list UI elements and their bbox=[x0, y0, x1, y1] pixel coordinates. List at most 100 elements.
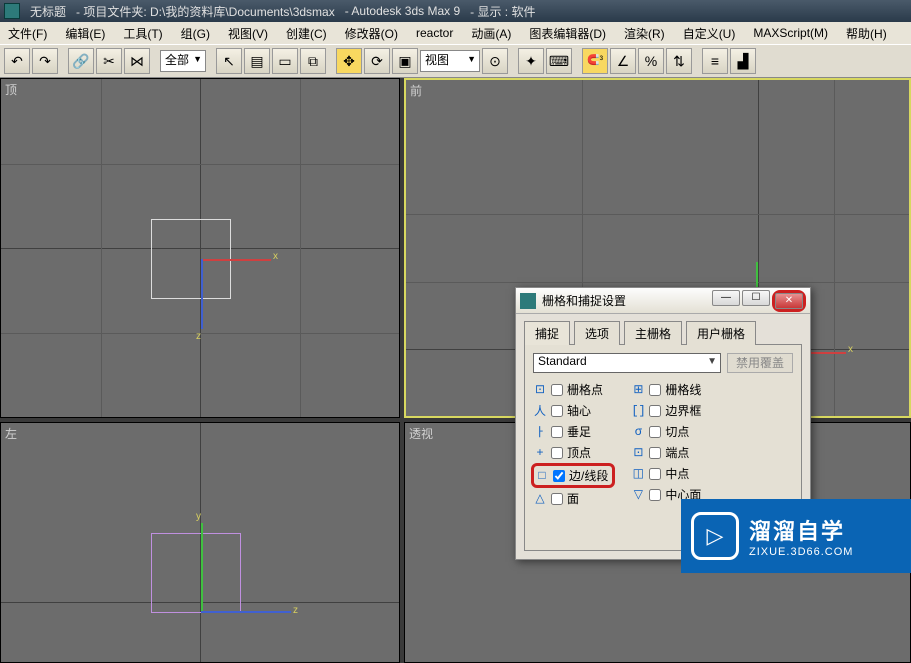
midpoint-checkbox[interactable] bbox=[649, 468, 661, 480]
link-button[interactable]: 🔗 bbox=[68, 48, 94, 74]
dialog-icon bbox=[520, 293, 536, 309]
dialog-titlebar[interactable]: 栅格和捕捉设置 — ☐ ✕ bbox=[516, 288, 810, 314]
use-pivot-center-button[interactable]: ⊙ bbox=[482, 48, 508, 74]
grid-points-icon: ⊡ bbox=[533, 382, 547, 397]
select-manipulate-button[interactable]: ✦ bbox=[518, 48, 544, 74]
menu-reactor[interactable]: reactor bbox=[412, 24, 457, 42]
select-by-name-button[interactable]: ▤ bbox=[244, 48, 270, 74]
menu-create[interactable]: 创建(C) bbox=[282, 23, 331, 44]
select-rotate-button[interactable]: ⟳ bbox=[364, 48, 390, 74]
edge-option-highlight: □边/线段 bbox=[531, 463, 615, 488]
tangent-checkbox[interactable] bbox=[649, 426, 661, 438]
watermark-banner: ▷ 溜溜自学 ZIXUE.3D66.COM bbox=[681, 499, 911, 573]
watermark-brand: 溜溜自学 bbox=[749, 514, 853, 546]
snap-type-dropdown[interactable]: Standard bbox=[533, 353, 721, 373]
keyboard-shortcut-button[interactable]: ⌨ bbox=[546, 48, 572, 74]
menu-modifiers[interactable]: 修改器(O) bbox=[341, 23, 402, 44]
redo-button[interactable]: ↷ bbox=[32, 48, 58, 74]
dialog-close-button[interactable]: ✕ bbox=[775, 293, 803, 309]
pivot-label: 轴心 bbox=[567, 402, 591, 419]
dialog-tabs: 捕捉 选项 主栅格 用户栅格 bbox=[516, 314, 810, 344]
menu-maxscript[interactable]: MAXScript(M) bbox=[749, 24, 832, 42]
edge-icon: □ bbox=[535, 469, 549, 483]
snap-options-right-column: ⊞栅格线 []边界框 σ切点 ⊡端点 ◫中点 ▽中心面 bbox=[631, 381, 701, 507]
tab-user-grids[interactable]: 用户栅格 bbox=[686, 321, 756, 345]
select-scale-button[interactable]: ▣ bbox=[392, 48, 418, 74]
perpendicular-label: 垂足 bbox=[567, 423, 591, 440]
selection-filter-dropdown[interactable]: 全部 bbox=[160, 50, 206, 72]
main-menubar: 文件(F) 编辑(E) 工具(T) 组(G) 视图(V) 创建(C) 修改器(O… bbox=[0, 22, 911, 44]
window-crossing-button[interactable]: ⧉ bbox=[300, 48, 326, 74]
tab-snaps[interactable]: 捕捉 bbox=[524, 321, 570, 345]
menu-views[interactable]: 视图(V) bbox=[224, 23, 272, 44]
percent-snap-button[interactable]: % bbox=[638, 48, 664, 74]
mirror-button[interactable]: ▟ bbox=[730, 48, 756, 74]
angle-snap-button[interactable]: ∠ bbox=[610, 48, 636, 74]
dialog-minimize-button[interactable]: — bbox=[712, 290, 740, 306]
main-toolbar: ↶ ↷ 🔗 ✂ ⋈ 全部 ↖ ▤ ▭ ⧉ ✥ ⟳ ▣ 视图 ⊙ ✦ ⌨ 🧲³ ∠… bbox=[0, 44, 911, 78]
viewport-left-label: 左 bbox=[5, 425, 17, 442]
menu-rendering[interactable]: 渲染(R) bbox=[620, 23, 669, 44]
select-region-rect-button[interactable]: ▭ bbox=[272, 48, 298, 74]
face-label: 面 bbox=[567, 490, 579, 507]
tab-options[interactable]: 选项 bbox=[574, 321, 620, 345]
viewport-left[interactable]: 左 y z bbox=[0, 422, 400, 663]
select-move-button[interactable]: ✥ bbox=[336, 48, 362, 74]
title-project: - 项目文件夹: D:\我的资料库\Documents\3dsmax bbox=[76, 3, 335, 20]
menu-help[interactable]: 帮助(H) bbox=[842, 23, 891, 44]
undo-button[interactable]: ↶ bbox=[4, 48, 30, 74]
menu-tools[interactable]: 工具(T) bbox=[119, 23, 166, 44]
select-object-button[interactable]: ↖ bbox=[216, 48, 242, 74]
watermark-play-icon: ▷ bbox=[691, 512, 739, 560]
window-titlebar: 无标题 - 项目文件夹: D:\我的资料库\Documents\3dsmax -… bbox=[0, 0, 911, 22]
face-icon: △ bbox=[533, 491, 547, 506]
menu-edit[interactable]: 编辑(E) bbox=[61, 23, 109, 44]
ref-coord-dropdown[interactable]: 视图 bbox=[420, 50, 480, 72]
menu-customize[interactable]: 自定义(U) bbox=[679, 23, 740, 44]
endpoint-checkbox[interactable] bbox=[649, 447, 661, 459]
dialog-title-text: 栅格和捕捉设置 bbox=[542, 292, 626, 309]
dialog-maximize-button[interactable]: ☐ bbox=[742, 290, 770, 306]
watermark-url: ZIXUE.3D66.COM bbox=[749, 546, 853, 558]
menu-animation[interactable]: 动画(A) bbox=[467, 23, 515, 44]
perpendicular-checkbox[interactable] bbox=[551, 426, 563, 438]
face-checkbox[interactable] bbox=[551, 493, 563, 505]
menu-file[interactable]: 文件(F) bbox=[4, 23, 51, 44]
center-face-icon: ▽ bbox=[631, 487, 645, 502]
snap-options-left-column: ⊡栅格点 人轴心 ㅏ垂足 +顶点 □边/线段 △面 bbox=[533, 381, 611, 507]
center-face-checkbox[interactable] bbox=[649, 489, 661, 501]
grid-points-label: 栅格点 bbox=[567, 381, 603, 398]
viewport-perspective-label: 透视 bbox=[409, 425, 433, 442]
bind-space-warp-button[interactable]: ⋈ bbox=[124, 48, 150, 74]
title-display: - 显示 : 软件 bbox=[470, 3, 535, 20]
unlink-button[interactable]: ✂ bbox=[96, 48, 122, 74]
vertex-checkbox[interactable] bbox=[551, 447, 563, 459]
midpoint-icon: ◫ bbox=[631, 466, 645, 481]
vertex-label: 顶点 bbox=[567, 444, 591, 461]
pivot-checkbox[interactable] bbox=[551, 405, 563, 417]
named-selection-button[interactable]: ≡ bbox=[702, 48, 728, 74]
close-button-highlight: ✕ bbox=[772, 290, 806, 312]
bbox-checkbox[interactable] bbox=[649, 405, 661, 417]
edge-checkbox[interactable] bbox=[553, 470, 565, 482]
menu-graph[interactable]: 图表编辑器(D) bbox=[525, 23, 610, 44]
menu-group[interactable]: 组(G) bbox=[177, 23, 214, 44]
grid-lines-checkbox[interactable] bbox=[649, 384, 661, 396]
disable-override-button: 禁用覆盖 bbox=[727, 353, 793, 373]
app-icon bbox=[4, 3, 20, 19]
title-untitled: 无标题 bbox=[30, 3, 66, 20]
tangent-icon: σ bbox=[631, 425, 645, 439]
endpoint-label: 端点 bbox=[665, 444, 689, 461]
perpendicular-icon: ㅏ bbox=[533, 423, 547, 440]
tangent-label: 切点 bbox=[665, 423, 689, 440]
tab-home-grid[interactable]: 主栅格 bbox=[624, 321, 682, 345]
grid-points-checkbox[interactable] bbox=[551, 384, 563, 396]
grid-lines-label: 栅格线 bbox=[665, 381, 701, 398]
viewport-top[interactable]: 顶 x z bbox=[0, 78, 400, 418]
endpoint-icon: ⊡ bbox=[631, 445, 645, 460]
snap-toggle-button[interactable]: 🧲³ bbox=[582, 48, 608, 74]
pivot-icon: 人 bbox=[533, 402, 547, 419]
title-app: - Autodesk 3ds Max 9 bbox=[345, 4, 460, 18]
spinner-snap-button[interactable]: ⇅ bbox=[666, 48, 692, 74]
viewport-front-label: 前 bbox=[410, 82, 422, 99]
